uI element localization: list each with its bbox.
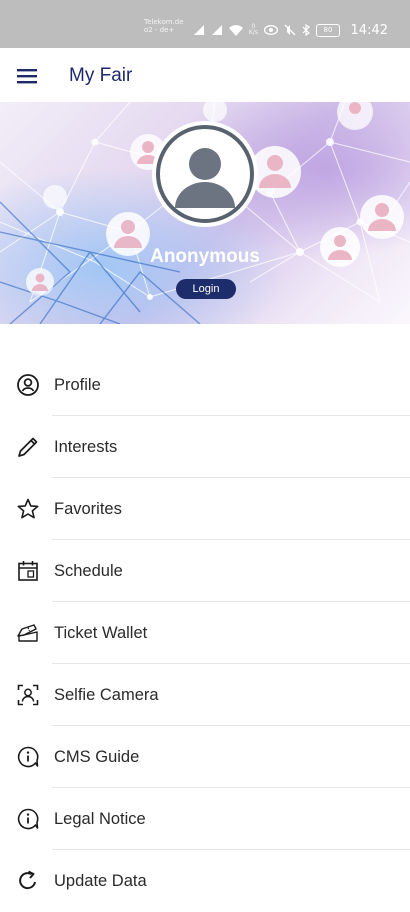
pencil-icon	[18, 437, 38, 457]
menu-item-label: Selfie Camera	[54, 685, 159, 704]
battery-icon: 80	[316, 23, 340, 37]
carrier-name-2: o2 - de+	[144, 26, 175, 34]
menu-item-favorites[interactable]: Favorites	[0, 478, 410, 540]
battery-level: 80	[323, 25, 333, 34]
user-avatar-icon[interactable]	[155, 124, 255, 224]
ticket-icon	[17, 624, 38, 642]
menu-item-ticket-wallet[interactable]: Ticket Wallet	[0, 602, 410, 664]
eye-icon	[264, 25, 278, 35]
menu-list: Profile Interests Favorites Schedule Tic…	[0, 354, 410, 912]
carrier-name-1: Telekom.de	[144, 18, 184, 26]
wifi-icon	[228, 24, 243, 36]
mute-icon	[284, 24, 296, 36]
carrier-info: Telekom.de o2 - de+	[144, 18, 184, 34]
menu-item-schedule[interactable]: Schedule	[0, 540, 410, 602]
login-button[interactable]: Login	[176, 279, 236, 299]
menu-item-label: Update Data	[54, 871, 147, 890]
menu-item-profile[interactable]: Profile	[0, 354, 410, 416]
menu-item-label: Interests	[54, 437, 118, 456]
selfie-camera-icon	[17, 684, 39, 706]
menu-item-label: CMS Guide	[54, 747, 140, 766]
menu-item-label: Schedule	[54, 561, 123, 580]
username: Anonymous	[150, 246, 260, 267]
info-icon	[17, 808, 39, 830]
refresh-icon	[19, 870, 36, 890]
app-title: My Fair	[69, 65, 133, 86]
menu-item-selfie-camera[interactable]: Selfie Camera	[0, 664, 410, 726]
menu-item-cms-guide[interactable]: CMS Guide	[0, 726, 410, 788]
menu-item-label: Legal Notice	[54, 809, 146, 828]
app-bar: My Fair	[0, 48, 410, 104]
clock: 14:42	[350, 23, 388, 38]
calendar-icon	[18, 561, 38, 581]
status-icons: 0 K/s 80	[193, 22, 340, 38]
signal-icon	[211, 25, 222, 35]
user-circle-icon	[17, 374, 39, 396]
menu-item-interests[interactable]: Interests	[0, 416, 410, 478]
menu-item-label: Ticket Wallet	[54, 623, 148, 642]
star-icon	[17, 498, 39, 519]
menu-item-label: Favorites	[54, 499, 122, 518]
hamburger-menu-icon[interactable]	[14, 64, 42, 88]
menu-item-label: Profile	[54, 375, 101, 394]
bluetooth-icon	[302, 24, 310, 36]
signal-icon	[193, 25, 204, 35]
network-speed: 0 K/s	[248, 23, 258, 36]
menu-item-legal-notice[interactable]: Legal Notice	[0, 788, 410, 850]
menu-item-update-data[interactable]: Update Data	[0, 850, 410, 912]
info-icon	[17, 746, 39, 768]
status-bar: Telekom.de o2 - de+ 0 K/s 80 14:42	[0, 0, 410, 48]
